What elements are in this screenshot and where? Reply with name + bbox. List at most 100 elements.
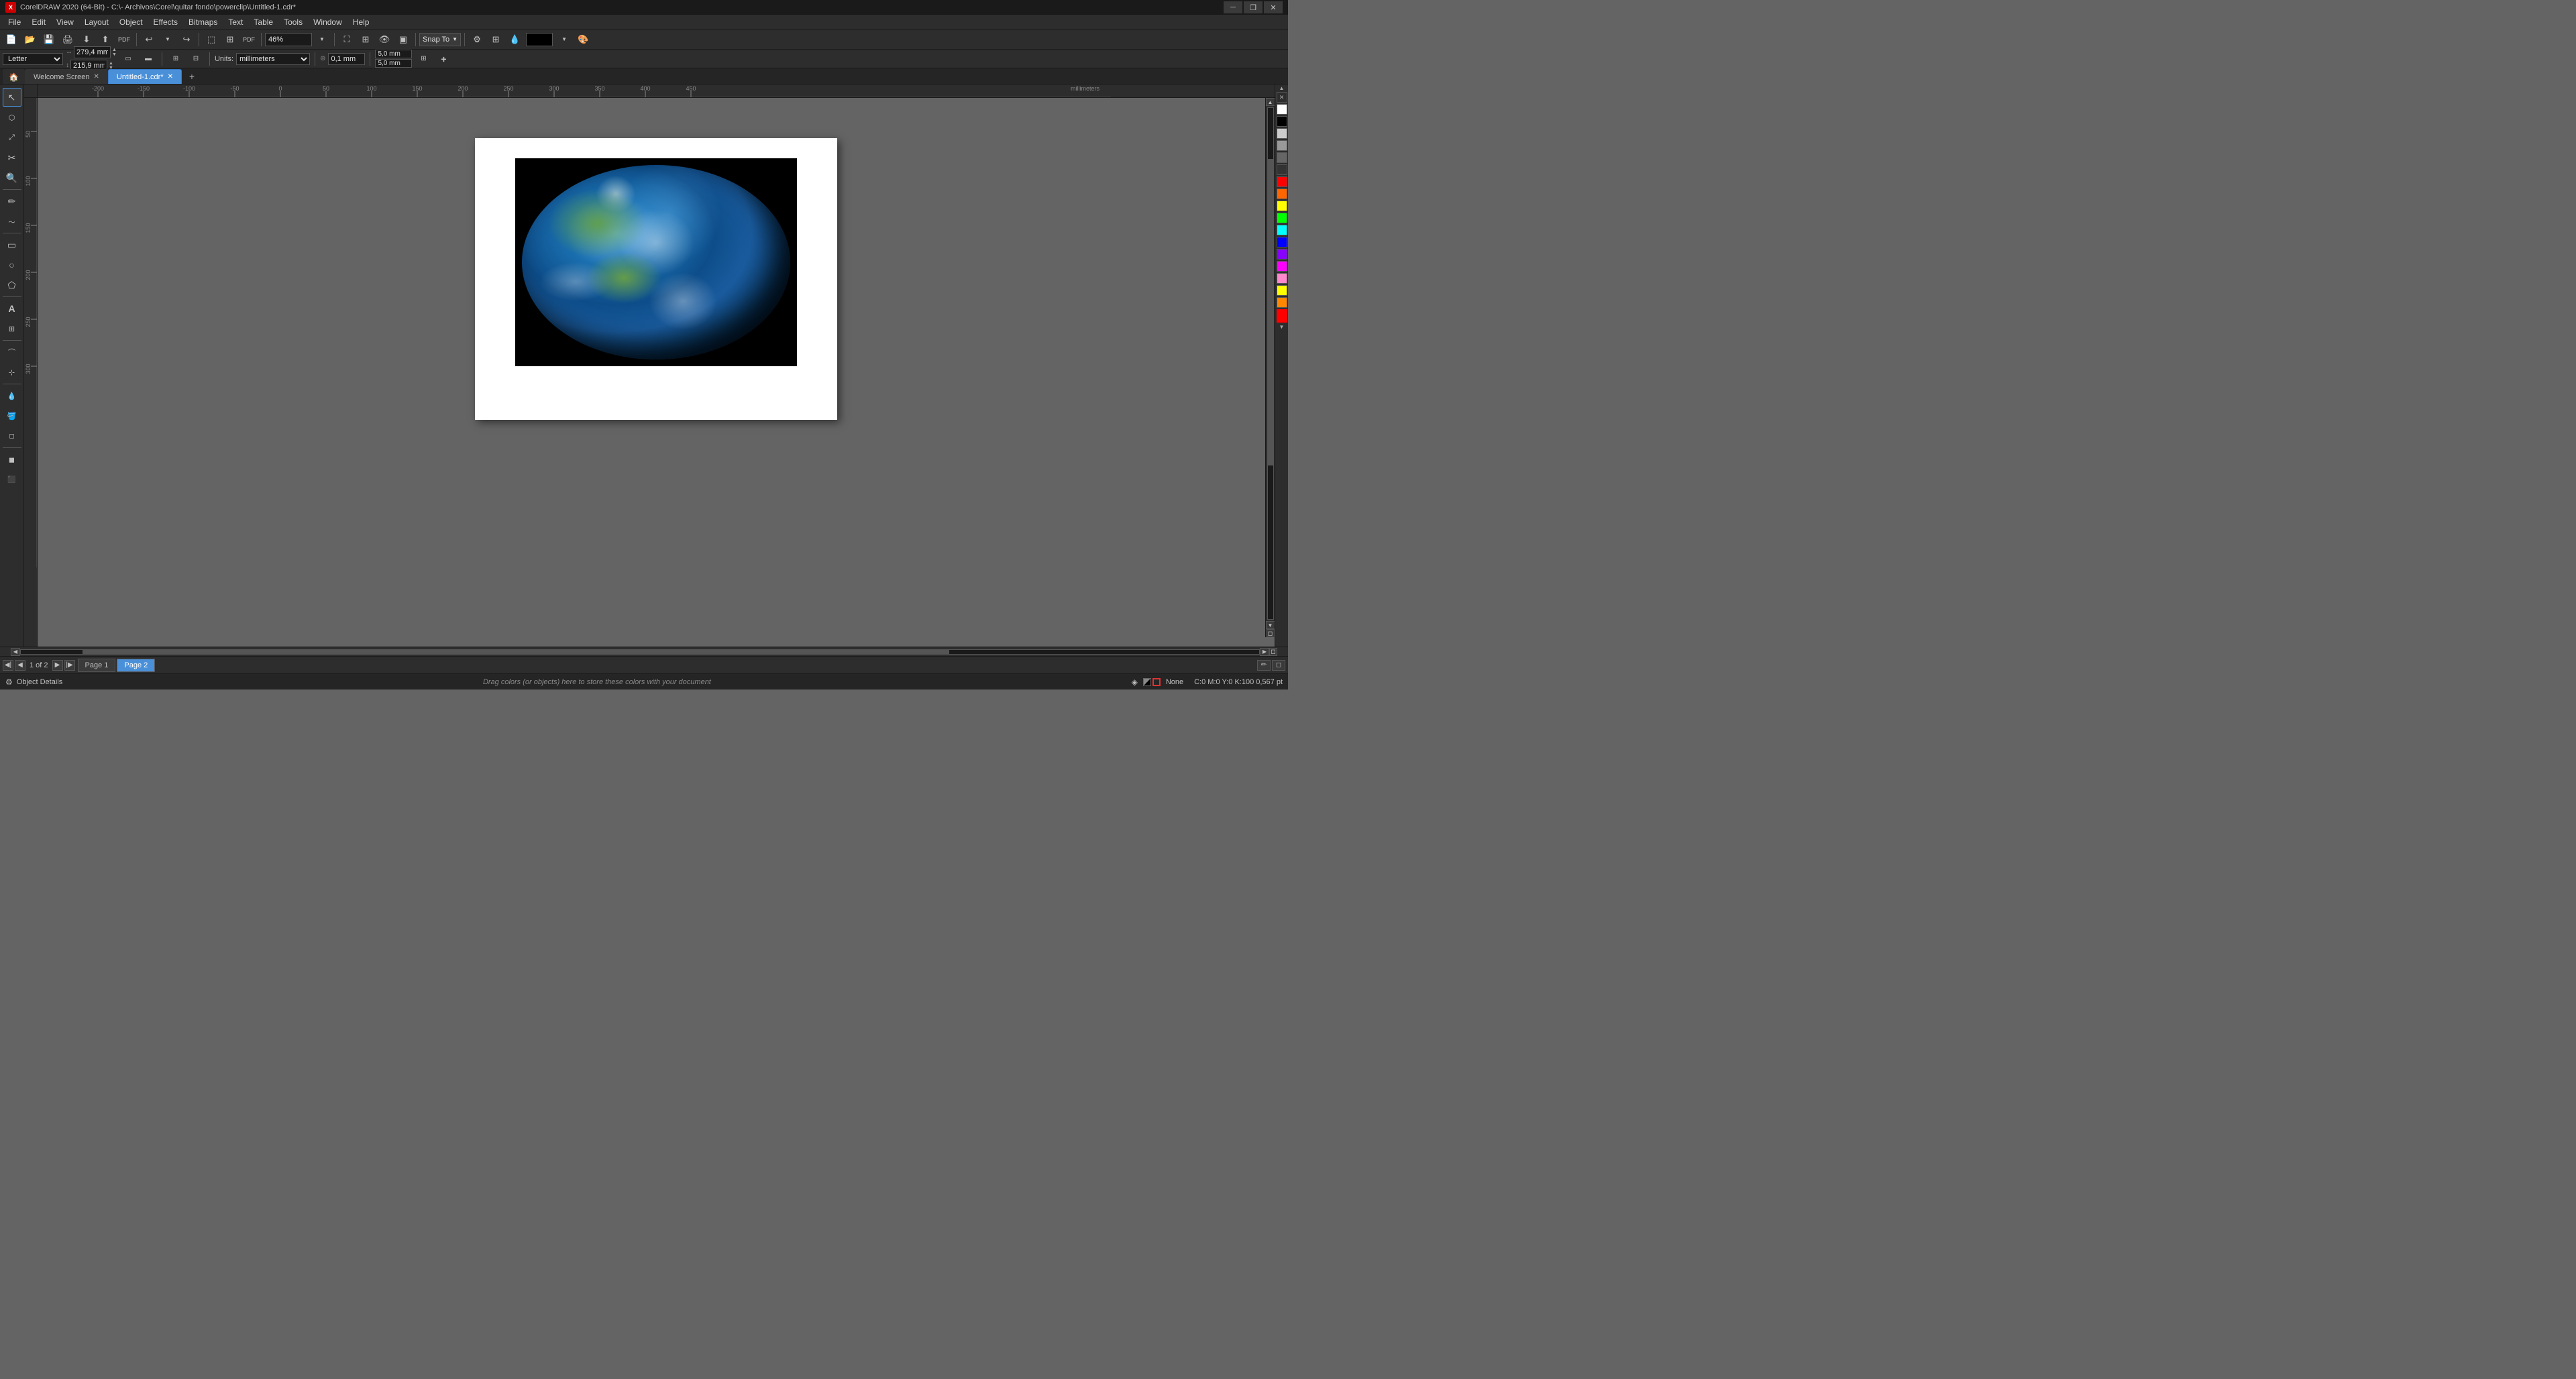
color-swatch-bright-red[interactable] (1277, 309, 1287, 323)
page-border-btn[interactable]: ⊞ (415, 51, 432, 67)
tool-artmedia[interactable]: 〜 (3, 212, 21, 231)
next-page-button[interactable]: ▶ (52, 660, 63, 671)
view-options-button[interactable]: ⊞ (487, 32, 504, 48)
grid-y-input[interactable] (375, 59, 412, 68)
vscroll-down-button[interactable]: ▼ (1266, 621, 1275, 629)
tool-smart-fill[interactable]: ◻ (3, 427, 21, 445)
snap-to-dropdown[interactable]: Snap To ▼ (419, 33, 461, 46)
minimize-button[interactable]: ─ (1224, 1, 1242, 13)
last-page-button[interactable]: |▶ (64, 660, 75, 671)
menu-edit[interactable]: Edit (26, 16, 51, 28)
horizontal-scrollbar[interactable]: ◀ ▶ ◻ (0, 647, 1288, 656)
color-swatch-bright-yellow[interactable] (1277, 285, 1287, 296)
width-down-btn[interactable]: ▼ (112, 52, 117, 57)
preview-mode-button[interactable]: ▣ (394, 32, 412, 48)
first-page-button[interactable]: ◀| (3, 660, 13, 671)
zoom-input[interactable] (265, 33, 312, 46)
page-size-select[interactable]: Letter A4 A3 (3, 53, 63, 65)
menu-window[interactable]: Window (308, 16, 347, 28)
hscroll-thumb[interactable] (83, 650, 949, 654)
menu-table[interactable]: Table (248, 16, 278, 28)
no-fill-swatch[interactable]: ✕ (1277, 92, 1287, 103)
add-guide-btn[interactable]: + (435, 51, 452, 67)
color-swatch-green[interactable] (1277, 213, 1287, 223)
palette-scroll-up[interactable]: ▲ (1277, 85, 1287, 91)
prev-page-button[interactable]: ◀ (15, 660, 25, 671)
hscroll-right-button[interactable]: ▶ (1260, 648, 1269, 656)
color-swatch-blue[interactable] (1277, 237, 1287, 247)
redo-button[interactable]: ↪ (178, 32, 195, 48)
export-pdf-btn[interactable]: PDF (240, 32, 258, 48)
page-width-input[interactable] (74, 46, 111, 58)
color-swatch-gray2[interactable] (1277, 140, 1287, 151)
color-swatch-gray3[interactable] (1277, 152, 1287, 163)
hscroll-corner[interactable]: ◻ (1269, 648, 1277, 656)
enable-view-button[interactable]: 👁 (376, 32, 393, 48)
color-swatch-yellow[interactable] (1277, 201, 1287, 211)
open-button[interactable]: 📂 (21, 32, 39, 48)
tool-zoom[interactable]: 🔍 (3, 168, 21, 187)
landscape-btn[interactable]: ▬ (140, 51, 157, 67)
tool-select[interactable]: ↖ (3, 88, 21, 107)
color-swatch-gray1[interactable] (1277, 128, 1287, 139)
tool-transform[interactable]: ⤢ (3, 128, 21, 147)
color-swatch-pink[interactable] (1277, 273, 1287, 284)
draw-mode-btn[interactable]: ◻ (1272, 660, 1285, 671)
tool-table[interactable]: ⊞ (3, 319, 21, 338)
full-screen-preview-button[interactable]: ⛶ (338, 32, 356, 48)
options-button[interactable]: ⚙ (468, 32, 486, 48)
export-button[interactable]: ⬆ (97, 32, 114, 48)
close-button[interactable]: ✕ (1264, 1, 1283, 13)
vscroll-track[interactable] (1267, 107, 1274, 620)
color-swatch-bright-orange[interactable] (1277, 297, 1287, 308)
undo-button[interactable]: ↩ (140, 32, 158, 48)
new-file-button[interactable]: 📄 (3, 32, 20, 48)
tool-fill[interactable]: 🪣 (3, 406, 21, 425)
page1-tab[interactable]: Page 1 (78, 659, 116, 672)
edit-drawing-btn[interactable]: ✏ (1257, 660, 1271, 671)
bitmap-image[interactable] (515, 158, 797, 366)
publish-pdf-button[interactable]: PDF (115, 32, 133, 48)
tool-polygon[interactable]: ⬠ (3, 276, 21, 294)
zoom-dropdown-button[interactable]: ▼ (313, 32, 331, 48)
portrait-btn[interactable]: ▭ (119, 51, 137, 67)
tool-rectangle[interactable]: ▭ (3, 235, 21, 254)
vertical-scrollbar[interactable]: ▲ ▼ ◻ (1265, 98, 1275, 637)
doc-tab-close[interactable]: ✕ (168, 73, 173, 80)
facing-pages-btn[interactable]: ⊟ (187, 51, 205, 67)
color-swatch-cyan[interactable] (1277, 225, 1287, 235)
menu-view[interactable]: View (51, 16, 79, 28)
tool-connector[interactable]: ⌒ (3, 343, 21, 362)
color-mgr-button[interactable]: 💧 (506, 32, 523, 48)
import-button[interactable]: ⬇ (78, 32, 95, 48)
document-tab[interactable]: Untitled-1.cdr* ✕ (108, 69, 182, 84)
vscroll-thumb[interactable] (1268, 159, 1273, 465)
tool-freehand[interactable]: ✏ (3, 192, 21, 211)
restore-button[interactable]: ❐ (1244, 1, 1263, 13)
home-tab[interactable]: 🏠 (3, 69, 25, 84)
page-orientation-button[interactable]: ⊞ (221, 32, 239, 48)
width-up-btn[interactable]: ▲ (112, 48, 117, 52)
menu-bitmaps[interactable]: Bitmaps (183, 16, 223, 28)
tool-ellipse[interactable]: ○ (3, 256, 21, 274)
color-swatch-magenta[interactable] (1277, 261, 1287, 272)
menu-help[interactable]: Help (347, 16, 375, 28)
save-button[interactable]: 💾 (40, 32, 58, 48)
view-layout-button[interactable]: ⊞ (357, 32, 374, 48)
tool-shadow[interactable]: ⬛ (3, 470, 21, 489)
welcome-tab-close[interactable]: ✕ (94, 73, 99, 80)
undo-dropdown-button[interactable]: ▼ (159, 32, 176, 48)
tool-node[interactable]: ⬡ (3, 108, 21, 127)
print-button[interactable]: 🖨 (59, 32, 76, 48)
vscroll-up-button[interactable]: ▲ (1266, 98, 1275, 106)
nudge-input[interactable] (328, 53, 365, 65)
page2-tab[interactable]: Page 2 (117, 659, 155, 672)
tool-text[interactable]: A (3, 299, 21, 318)
color-swatch-orange[interactable] (1277, 188, 1287, 199)
tool-outline[interactable]: ◼ (3, 450, 21, 469)
menu-tools[interactable]: Tools (278, 16, 308, 28)
units-select[interactable]: millimeters inches pixels (236, 53, 310, 65)
color-swatch-red[interactable] (1277, 176, 1287, 187)
menu-text[interactable]: Text (223, 16, 248, 28)
color-swatch-black[interactable] (1277, 116, 1287, 127)
